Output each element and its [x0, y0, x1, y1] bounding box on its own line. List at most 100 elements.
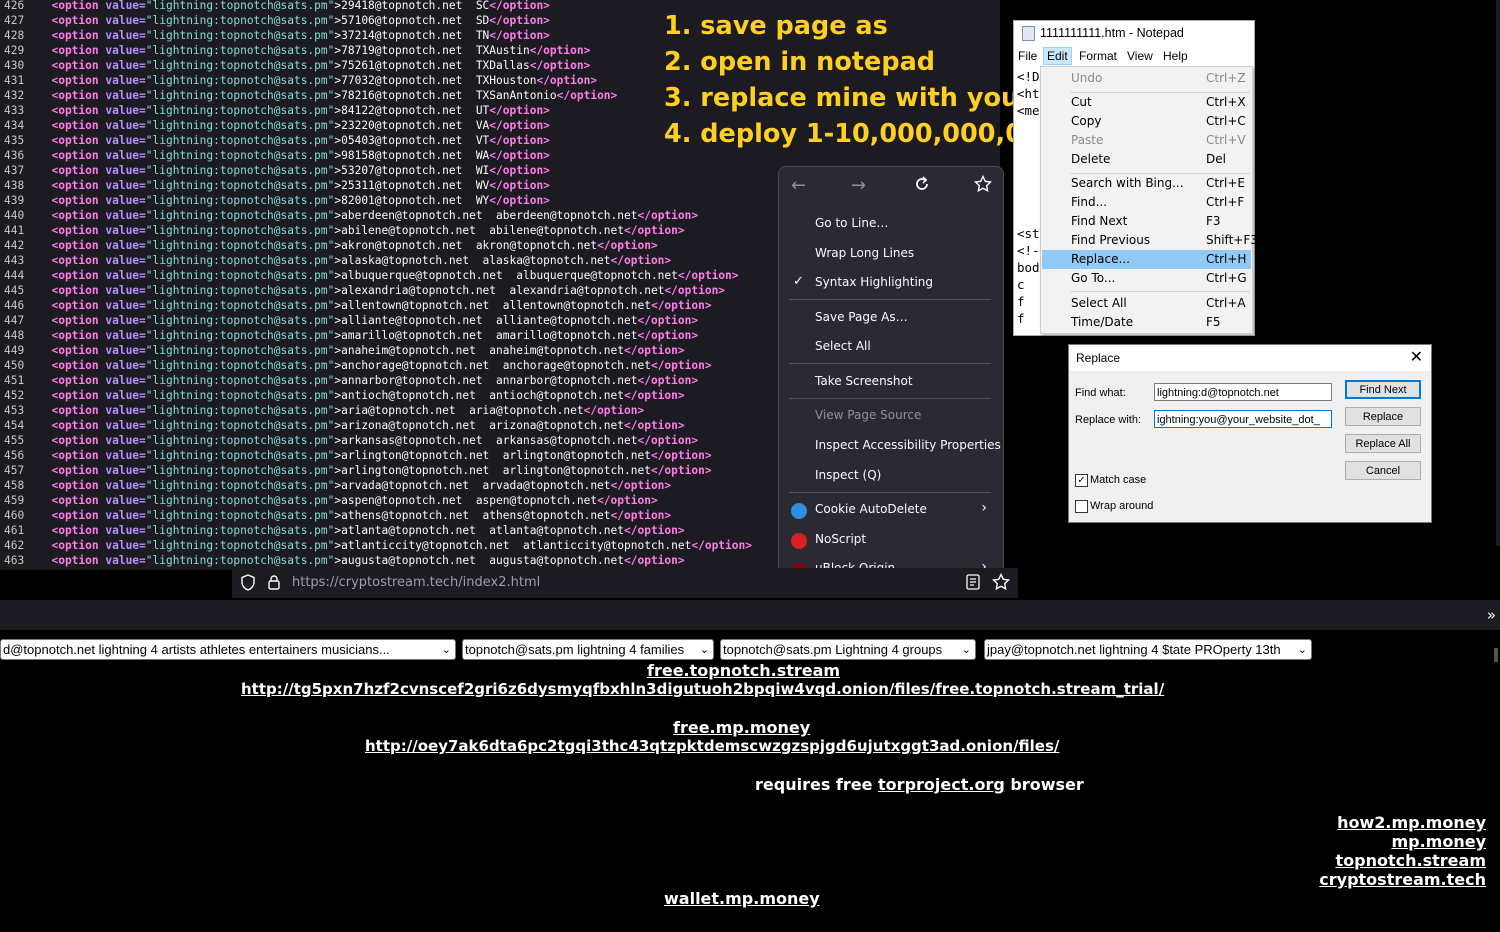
notepad-text-line[interactable]: c [1017, 277, 1025, 292]
instruction-step-2: 2. open in notepad [664, 47, 936, 77]
cryptostream-link[interactable]: cryptostream.tech [1319, 870, 1486, 889]
edit-item-replace[interactable]: Replace... Ctrl+H [1042, 250, 1251, 269]
wallet-link[interactable]: wallet.mp.money [664, 889, 820, 908]
edit-item-select-all[interactable]: Select All Ctrl+A [1042, 294, 1251, 313]
shield-icon[interactable] [240, 574, 256, 595]
edit-item-copy[interactable]: Copy Ctrl+C [1042, 112, 1251, 131]
overflow-chevron-icon[interactable]: » [1487, 606, 1496, 624]
mp-money-link[interactable]: mp.money [1391, 832, 1486, 851]
dropdown-artists[interactable]: d@topnotch.net lightning 4 artists athle… [0, 639, 456, 660]
notepad-text-line[interactable]: f [1017, 294, 1025, 309]
context-item-syntax-highlighting[interactable]: Syntax Highlighting [815, 275, 933, 289]
edit-item-find[interactable]: Find... Ctrl+F [1042, 193, 1251, 212]
free-money-link[interactable]: free.mp.money [673, 718, 810, 737]
menu-format[interactable]: Format [1079, 49, 1117, 63]
bookmark-star-icon[interactable] [991, 572, 1011, 595]
scrollbar[interactable] [1494, 648, 1498, 662]
context-item-wrap-long-lines[interactable]: Wrap Long Lines [815, 246, 914, 260]
onion-link-1[interactable]: http://tg5pxn7hzf2cvnscef2gri6z6dysmyqfb… [241, 680, 1164, 698]
checkmark-icon: ✓ [793, 274, 804, 289]
context-item-save-page-as[interactable]: Save Page As… [815, 310, 908, 324]
context-item-view-page-source[interactable]: View Page Source [815, 408, 921, 422]
topnotch-stream-link[interactable]: topnotch.stream [1336, 851, 1486, 870]
onion-link-2[interactable]: http://oey7ak6dta6pc2tgqi3thc43qtzpktdem… [365, 737, 1059, 755]
notepad-text-line[interactable]: <me [1017, 103, 1040, 118]
chevron-down-icon: ⌄ [441, 644, 451, 656]
source-tag: <option [38, 254, 99, 267]
notepad-text-line[interactable]: bod [1017, 260, 1040, 275]
line-number: 452 [4, 389, 25, 402]
address-bar[interactable]: https://cryptostream.tech/index2.html [232, 568, 1018, 598]
back-arrow-icon[interactable]: ← [791, 175, 806, 196]
notepad-text-line[interactable]: <st [1017, 226, 1040, 241]
match-case-checkbox[interactable]: ✓ [1075, 474, 1088, 487]
line-number: 453 [4, 404, 25, 417]
torproject-link[interactable]: torproject.org [878, 775, 1005, 794]
edit-item-paste[interactable]: Paste Ctrl+V [1042, 131, 1251, 150]
edit-item-undo[interactable]: Undo Ctrl+Z [1042, 69, 1251, 88]
replace-button[interactable]: Replace [1345, 407, 1421, 426]
source-close-tag: </option> [489, 0, 550, 12]
context-item-cookie-autodelete[interactable]: Cookie AutoDelete [815, 502, 927, 516]
source-tag: <option [38, 299, 99, 312]
find-what-input[interactable]: lightning:d@topnotch.net [1154, 383, 1332, 401]
source-attr-value: "lightning:topnotch@sats.pm" [145, 269, 335, 282]
dropdown-property[interactable]: jpay@topnotch.net lightning 4 $tate PROp… [984, 639, 1312, 660]
cookie-autodelete-icon [791, 503, 807, 519]
source-tag: <option [38, 164, 99, 177]
source-attr: value= [98, 299, 146, 312]
reader-view-icon[interactable] [966, 574, 980, 594]
menu-edit[interactable]: Edit [1043, 47, 1072, 65]
edit-item-find-next[interactable]: Find Next F3 [1042, 212, 1251, 231]
dropdown-groups[interactable]: topnotch@sats.pm Lightning 4 groups ⌄ [720, 639, 976, 660]
source-text: >arlington@topnotch.net arlington@topnot… [334, 449, 651, 462]
bookmark-star-icon[interactable] [973, 174, 993, 198]
source-tag: <option [38, 464, 99, 477]
forward-arrow-icon[interactable]: → [851, 175, 866, 196]
edit-item-cut[interactable]: Cut Ctrl+X [1042, 93, 1251, 112]
source-attr: value= [98, 449, 146, 462]
notepad-text-line[interactable]: <!D [1017, 69, 1040, 84]
context-item-inspect-accessibility[interactable]: Inspect Accessibility Properties [815, 438, 1001, 452]
source-close-tag: </option> [637, 329, 699, 342]
edit-item-find-previous[interactable]: Find Previous Shift+F3 [1042, 231, 1258, 250]
source-text: >37214@topnotch.net TN [334, 29, 490, 42]
dropdown-families[interactable]: topnotch@sats.pm lightning 4 families ⌄ [462, 639, 714, 660]
url-text[interactable]: https://cryptostream.tech/index2.html [292, 575, 540, 590]
source-tag: <option [38, 44, 99, 57]
free-stream-link[interactable]: free.topnotch.stream [647, 661, 840, 680]
source-close-tag: </option> [650, 464, 712, 477]
source-close-tag: </option> [624, 344, 685, 357]
reload-icon[interactable] [913, 175, 931, 198]
wrap-around-checkbox[interactable] [1075, 500, 1088, 513]
source-attr: value= [98, 269, 146, 282]
line-number: 460 [4, 509, 25, 522]
context-item-noscript[interactable]: NoScript [815, 532, 866, 546]
menu-file[interactable]: File [1018, 49, 1037, 63]
close-icon[interactable]: ✕ [1410, 345, 1423, 371]
source-attr-value: "lightning:topnotch@sats.pm" [145, 374, 335, 387]
context-item-take-screenshot[interactable]: Take Screenshot [815, 374, 913, 388]
notepad-text-line[interactable]: f [1017, 311, 1025, 326]
lock-icon[interactable] [267, 574, 281, 594]
find-next-button[interactable]: Find Next [1345, 380, 1421, 399]
edit-item-go-to[interactable]: Go To... Ctrl+G [1042, 269, 1251, 288]
cancel-button[interactable]: Cancel [1345, 461, 1421, 480]
menu-help[interactable]: Help [1163, 49, 1188, 63]
instruction-step-1: 1. save page as [664, 11, 888, 41]
menu-view[interactable]: View [1127, 49, 1153, 63]
notepad-text-line[interactable]: <!- [1017, 243, 1040, 258]
source-text: >akron@topnotch.net akron@topnotch.net [334, 239, 598, 252]
replace-all-button[interactable]: Replace All [1345, 434, 1421, 453]
edit-item-search-bing[interactable]: Search with Bing... Ctrl+E [1042, 174, 1251, 193]
context-item-select-all[interactable]: Select All [815, 339, 871, 353]
notepad-text-line[interactable]: <ht [1017, 86, 1040, 101]
edit-item-time-date[interactable]: Time/Date F5 [1042, 313, 1251, 332]
edit-item-delete[interactable]: Delete Del [1042, 150, 1251, 169]
source-text: >98158@topnotch.net WA [334, 149, 490, 162]
context-item-go-to-line[interactable]: Go to Line… [815, 216, 888, 230]
source-attr-value: "lightning:topnotch@sats.pm" [145, 464, 335, 477]
context-item-inspect[interactable]: Inspect (Q) [815, 468, 881, 482]
replace-with-input[interactable]: ightning:you@your_website_dot_ [1154, 410, 1332, 428]
how2-link[interactable]: how2.mp.money [1337, 813, 1486, 832]
